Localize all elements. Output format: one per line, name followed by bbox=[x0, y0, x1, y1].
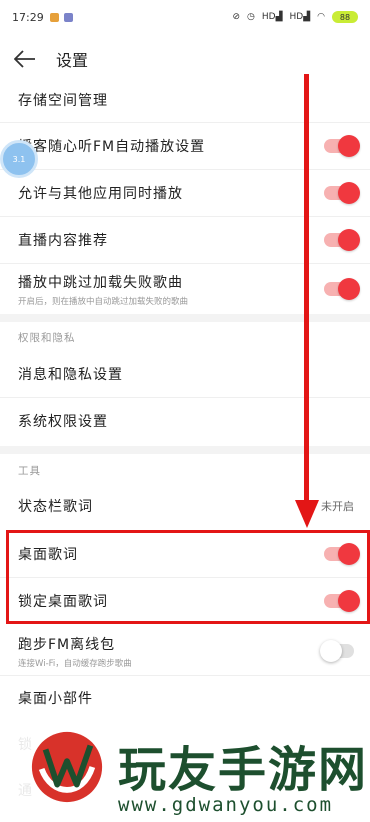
wifi-icon: ◠ bbox=[317, 12, 325, 22]
setting-label: 直播内容推荐 bbox=[18, 233, 108, 249]
floating-assist-ball[interactable]: 3.1 bbox=[0, 140, 38, 178]
setting-label: 状态栏歌词 bbox=[18, 499, 93, 515]
annotation-arrow-head bbox=[295, 500, 319, 528]
status-icons: ⊘ ◷ HD▟ HD▟ ◠ 88 bbox=[232, 11, 358, 23]
setting-description: 连接Wi-Fi，自动缓存跑步歌曲 bbox=[18, 658, 132, 669]
watermark: 玩友手游网 www.gdwanyou.com bbox=[0, 708, 370, 822]
setting-system-permissions[interactable]: 系统权限设置 bbox=[0, 399, 370, 443]
floating-ball-label: 3.1 bbox=[12, 154, 26, 164]
annotation-arrow-line bbox=[304, 74, 309, 506]
header: 设置 bbox=[0, 36, 370, 82]
section-title-tools: 工具 bbox=[18, 465, 41, 477]
alarm-icon: ◷ bbox=[247, 12, 255, 22]
watermark-title: 玩友手游网 bbox=[118, 742, 369, 798]
watermark-logo-icon bbox=[31, 731, 103, 803]
status-bar: 17:29 ⊘ ◷ HD▟ HD▟ ◠ 88 bbox=[0, 0, 370, 34]
skip-failed-toggle[interactable] bbox=[324, 278, 360, 300]
annotation-highlight-box bbox=[6, 530, 370, 624]
setting-mix-playback[interactable]: 允许与其他应用同时播放 bbox=[0, 171, 370, 215]
setting-live-recommend[interactable]: 直播内容推荐 bbox=[0, 218, 370, 262]
setting-label: 播客随心听FM自动播放设置 bbox=[18, 139, 206, 155]
signal-icon-1: HD▟ bbox=[261, 12, 283, 22]
section-title-privacy: 权限和隐私 bbox=[18, 332, 76, 344]
notification-icon bbox=[49, 12, 59, 22]
setting-message-privacy[interactable]: 消息和隐私设置 bbox=[0, 352, 370, 396]
watermark-url: www.gdwanyou.com bbox=[118, 794, 334, 816]
setting-fm-autoplay[interactable]: 播客随心听FM自动播放设置 bbox=[0, 124, 370, 168]
page-title: 设置 bbox=[56, 51, 89, 70]
battery-icon: 88 bbox=[332, 11, 358, 23]
statusbar-lyrics-value: 未开启 bbox=[321, 500, 354, 513]
setting-description: 开启后，则在播放中自动跳过加载失败的歌曲 bbox=[18, 296, 189, 307]
setting-label: 跑步FM离线包 bbox=[18, 636, 116, 653]
setting-label: 允许与其他应用同时播放 bbox=[18, 186, 183, 202]
shield-icon bbox=[63, 12, 73, 22]
signal-icon-2: HD▟ bbox=[289, 12, 311, 22]
setting-running-fm[interactable]: 跑步FM离线包 连接Wi-Fi，自动缓存跑步歌曲 bbox=[0, 628, 370, 674]
setting-skip-failed[interactable]: 播放中跳过加载失败歌曲 开启后，则在播放中自动跳过加载失败的歌曲 bbox=[0, 266, 370, 312]
mix-playback-toggle[interactable] bbox=[324, 182, 360, 204]
fm-autoplay-toggle[interactable] bbox=[324, 135, 360, 157]
setting-storage[interactable]: 存储空间管理 bbox=[0, 78, 370, 122]
status-time: 17:29 bbox=[12, 10, 44, 24]
mute-icon: ⊘ bbox=[232, 12, 241, 22]
setting-label: 播放中跳过加载失败歌曲 bbox=[18, 274, 183, 291]
live-recommend-toggle[interactable] bbox=[324, 229, 360, 251]
running-fm-toggle[interactable] bbox=[320, 640, 354, 662]
back-arrow-icon[interactable] bbox=[14, 45, 42, 73]
setting-label: 桌面小部件 bbox=[18, 691, 93, 707]
